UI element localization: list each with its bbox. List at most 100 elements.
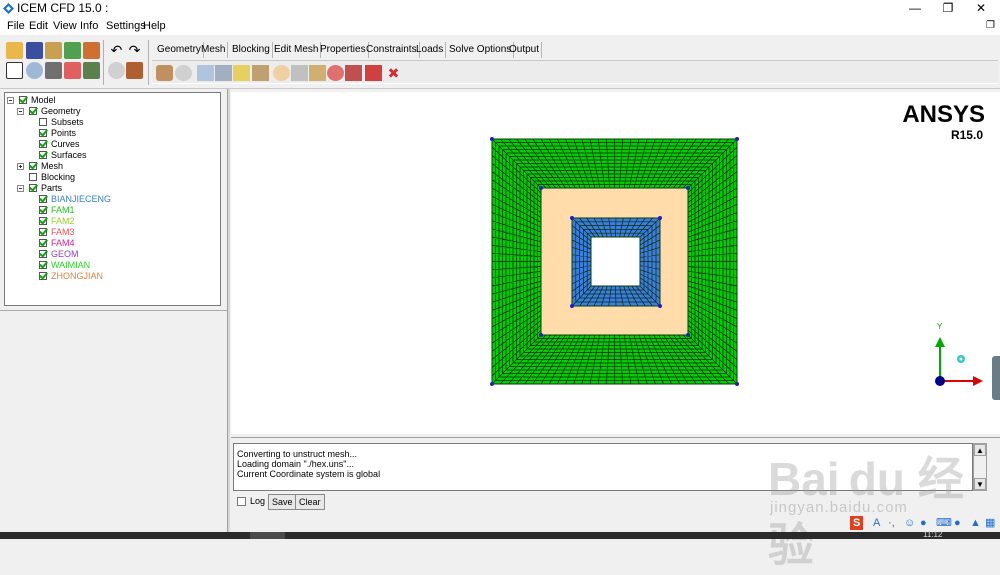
pre-mesh-params-icon[interactable] xyxy=(309,65,326,81)
tab-output[interactable]: Output xyxy=(507,42,543,58)
tree-item-points[interactable]: Points xyxy=(51,128,76,139)
tree-checkbox[interactable] xyxy=(39,151,47,159)
open-geometry-icon[interactable] xyxy=(45,42,62,59)
tree-item-fam3[interactable]: FAM3 xyxy=(51,227,75,238)
tree-expand-icon[interactable] xyxy=(17,163,24,170)
log-checkbox[interactable] xyxy=(237,497,246,506)
taskbar-app[interactable] xyxy=(250,532,285,539)
create-block-icon[interactable] xyxy=(156,65,173,81)
tree-item-geometry[interactable]: Geometry xyxy=(41,106,81,117)
associate-icon[interactable] xyxy=(233,65,250,81)
tab-edit-mesh[interactable]: Edit Mesh xyxy=(272,42,322,58)
pre-mesh-quality-icon[interactable] xyxy=(327,65,344,81)
open-icon[interactable] xyxy=(6,42,23,59)
menu-file[interactable]: File xyxy=(7,20,25,32)
tree-checkbox[interactable] xyxy=(29,173,37,181)
move-vertex-icon[interactable] xyxy=(252,65,269,81)
delete-block-icon[interactable]: ✖ xyxy=(385,65,402,81)
tree-checkbox[interactable] xyxy=(19,96,27,104)
tab-constraints[interactable]: Constraints xyxy=(364,42,420,58)
tree-item-model[interactable]: Model xyxy=(31,95,56,106)
tree-expand-icon[interactable] xyxy=(17,108,24,115)
clear-log-button[interactable]: Clear xyxy=(295,494,325,510)
tree-checkbox[interactable] xyxy=(39,118,47,126)
tree-checkbox[interactable] xyxy=(39,272,47,280)
close-button[interactable]: ✕ xyxy=(966,0,996,17)
tree-checkbox[interactable] xyxy=(39,140,47,148)
hidden-icon[interactable] xyxy=(126,62,143,79)
microphone-icon[interactable]: ● xyxy=(920,516,927,530)
tree-item-bianjieceng[interactable]: BIANJIECENG xyxy=(51,194,111,205)
tree-checkbox[interactable] xyxy=(39,228,47,236)
block-checks-icon[interactable] xyxy=(365,65,382,81)
fit-window-icon[interactable] xyxy=(6,62,23,79)
tree-item-curves[interactable]: Curves xyxy=(51,139,80,150)
graphics-viewport[interactable]: ANSYS R15.0 Y xyxy=(231,92,1000,434)
tree-item-fam2[interactable]: FAM2 xyxy=(51,216,75,227)
tree-checkbox[interactable] xyxy=(39,250,47,258)
tree-item-fam4[interactable]: FAM4 xyxy=(51,238,75,249)
tree-item-zhongjian[interactable]: ZHONGJIAN xyxy=(51,271,103,282)
mesh-canvas[interactable]: Y xyxy=(231,92,1000,434)
user-icon[interactable]: ● xyxy=(954,516,961,530)
tree-item-waimian[interactable]: WAIMIAN xyxy=(51,260,90,271)
skin-icon[interactable]: ▲ xyxy=(970,516,981,530)
menu-help[interactable]: Help xyxy=(143,20,166,32)
grid-menu-icon[interactable]: ▦ xyxy=(985,516,995,530)
save-icon[interactable] xyxy=(26,42,43,59)
tree-checkbox[interactable] xyxy=(39,206,47,214)
panel-splitter[interactable] xyxy=(227,89,230,535)
open-blocking-icon[interactable] xyxy=(83,42,100,59)
tab-loads[interactable]: Loads xyxy=(414,42,447,58)
punctuation-icon[interactable]: ·, xyxy=(888,516,895,530)
menu-edit[interactable]: Edit xyxy=(29,20,48,32)
tree-checkbox[interactable] xyxy=(39,239,47,247)
menu-settings[interactable]: Settings xyxy=(106,20,146,32)
tree-checkbox[interactable] xyxy=(29,162,37,170)
tab-geometry[interactable]: Geometry xyxy=(155,42,204,58)
undo-icon[interactable]: ↶ xyxy=(108,42,125,59)
menu-info[interactable]: Info xyxy=(80,20,98,32)
display-options-icon[interactable] xyxy=(64,62,81,79)
restore-button[interactable]: ❐ xyxy=(933,0,963,17)
tree-expand-icon[interactable] xyxy=(17,185,24,192)
selection-filter-icon[interactable] xyxy=(83,62,100,79)
tree-item-geom[interactable]: GEOM xyxy=(51,249,79,260)
menu-view[interactable]: View xyxy=(53,20,77,32)
tree-item-fam1[interactable]: FAM1 xyxy=(51,205,75,216)
zoom-box-icon[interactable] xyxy=(26,62,43,79)
tab-blocking[interactable]: Blocking xyxy=(230,42,273,58)
tree-expand-icon[interactable] xyxy=(7,97,14,104)
ime-lang-icon[interactable]: A xyxy=(873,516,880,530)
edit-edge-icon[interactable] xyxy=(291,65,308,81)
tree-checkbox[interactable] xyxy=(29,107,37,115)
tree-checkbox[interactable] xyxy=(29,184,37,192)
merge-vertices-icon[interactable] xyxy=(197,65,214,81)
measure-distance-icon[interactable] xyxy=(45,62,62,79)
tab-properties[interactable]: Properties xyxy=(318,42,369,58)
split-block-icon[interactable] xyxy=(175,65,192,81)
pre-mesh-smooth-icon[interactable] xyxy=(345,65,362,81)
redo-icon[interactable]: ↷ xyxy=(126,42,143,59)
tree-item-subsets[interactable]: Subsets xyxy=(51,117,84,128)
edit-block-icon[interactable] xyxy=(215,65,232,81)
tree-item-surfaces[interactable]: Surfaces xyxy=(51,150,87,161)
save-log-button[interactable]: Save xyxy=(268,494,297,510)
ime-icon[interactable]: S xyxy=(850,516,864,530)
solid-wire-icon[interactable] xyxy=(108,62,125,79)
tab-solve-options[interactable]: Solve Options xyxy=(447,42,515,58)
side-panel-handle[interactable] xyxy=(992,356,1000,400)
minimize-button[interactable]: — xyxy=(900,0,930,17)
tree-checkbox[interactable] xyxy=(39,195,47,203)
tree-item-blocking[interactable]: Blocking xyxy=(41,172,75,183)
open-mesh-icon[interactable] xyxy=(64,42,81,59)
tree-checkbox[interactable] xyxy=(39,217,47,225)
tab-mesh[interactable]: Mesh xyxy=(199,42,229,58)
tree-checkbox[interactable] xyxy=(39,261,47,269)
keyboard-icon[interactable]: ⌨ xyxy=(936,516,952,530)
emoji-icon[interactable]: ☺ xyxy=(904,516,915,530)
tree-item-mesh[interactable]: Mesh xyxy=(41,161,63,172)
tree-checkbox[interactable] xyxy=(39,129,47,137)
mdi-restore-button[interactable]: ❐ xyxy=(986,20,995,31)
transform-blocks-icon[interactable] xyxy=(273,65,290,81)
